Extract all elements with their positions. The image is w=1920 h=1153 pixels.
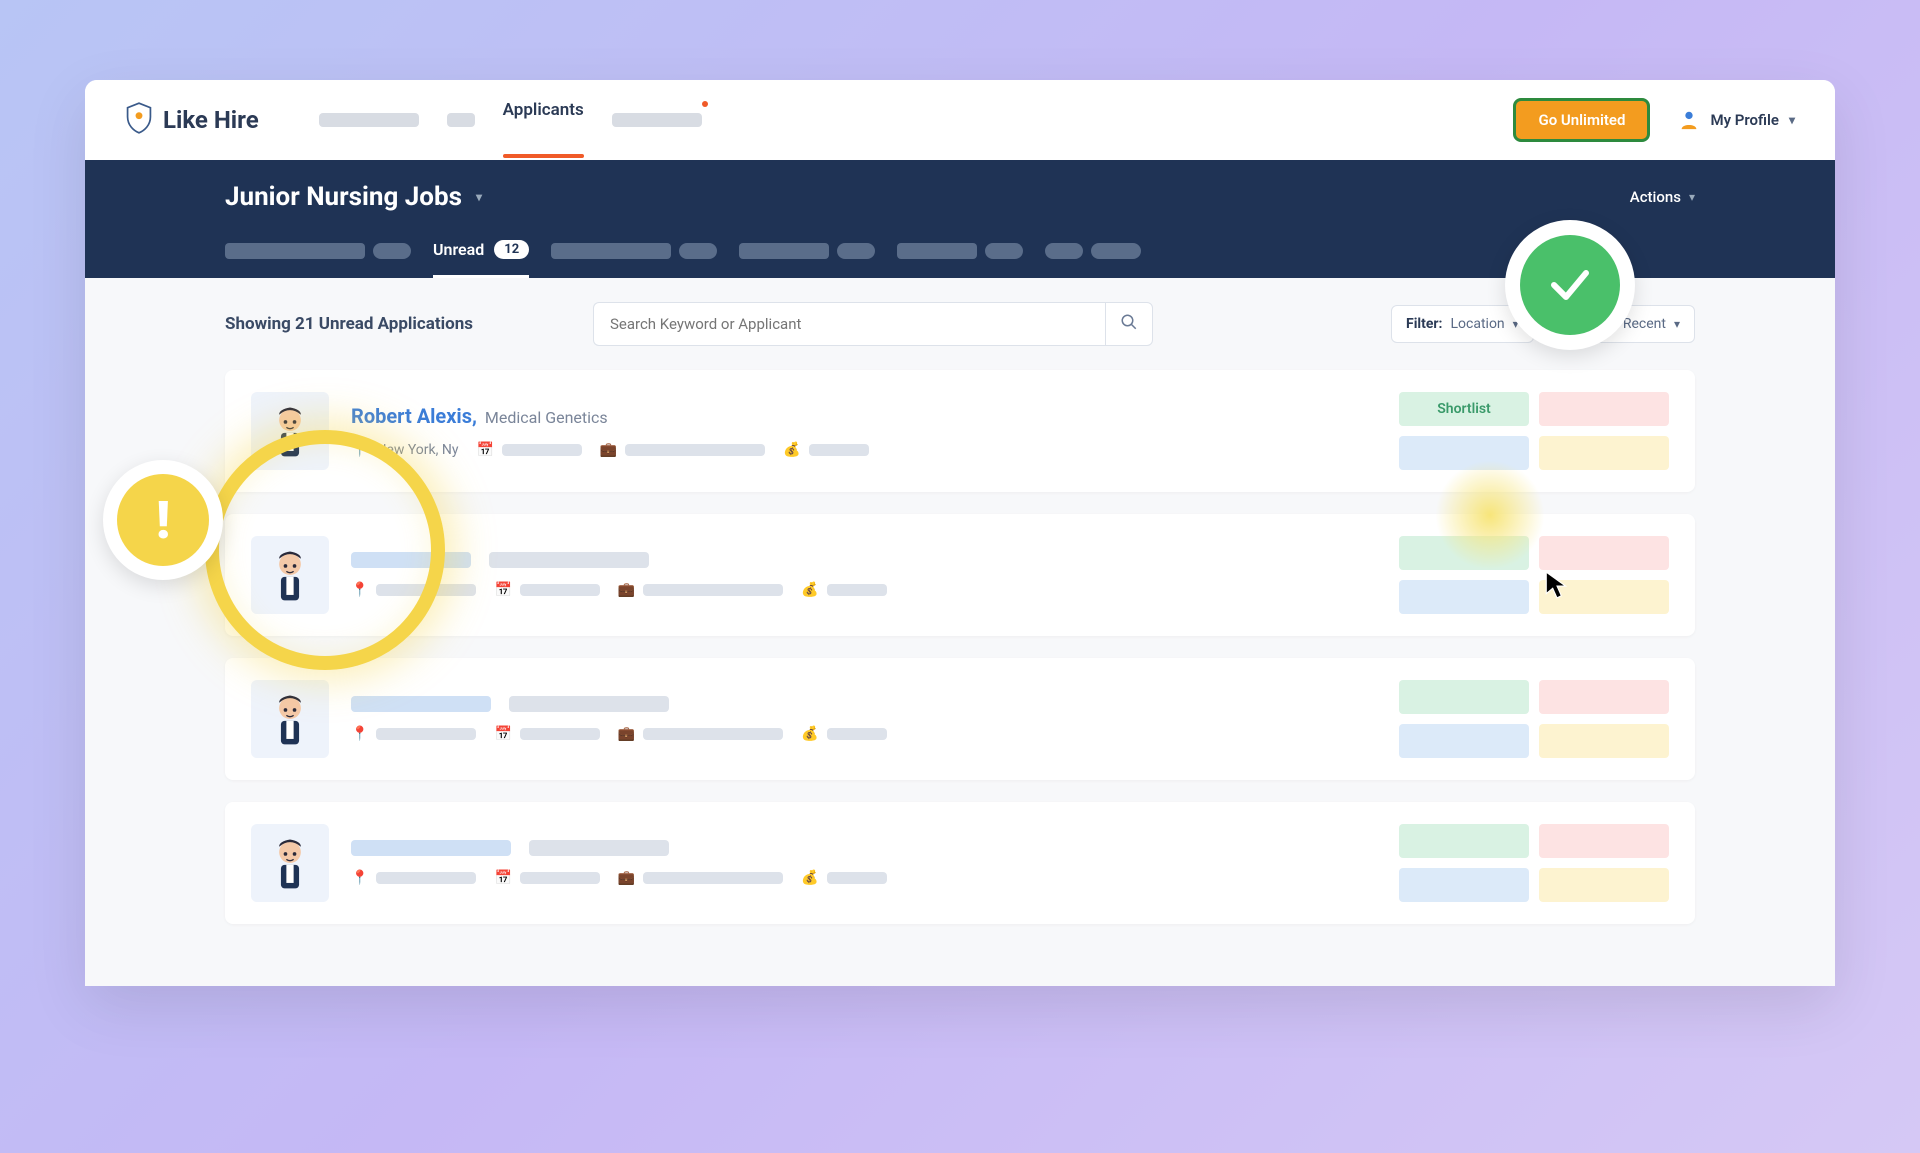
applicant-role: Medical Genetics — [485, 408, 608, 427]
user-avatar-icon — [1678, 109, 1700, 131]
tab-count-badge: 12 — [494, 240, 529, 259]
app-window: Like Hire Applicants Go Unlimited My Pro… — [85, 80, 1835, 986]
briefcase-icon: 💼 — [600, 442, 617, 458]
profile-menu[interactable]: My Profile ▾ — [1678, 109, 1795, 131]
reject-button[interactable] — [1539, 392, 1669, 426]
calendar-icon: 📅 — [476, 442, 493, 458]
applicant-card[interactable]: 📍 📅 💼 💰 — [225, 514, 1695, 636]
calendar-icon: 📅 — [494, 582, 511, 598]
card-actions: Shortlist — [1399, 392, 1669, 470]
alert-badge: ! — [103, 460, 223, 580]
nav-item-placeholder[interactable] — [612, 113, 702, 127]
nav-item-placeholder[interactable] — [447, 113, 475, 127]
search-button[interactable] — [1105, 302, 1153, 346]
action-button[interactable] — [1539, 868, 1669, 902]
chevron-down-icon: ▾ — [476, 190, 482, 204]
check-icon — [1546, 261, 1594, 309]
action-button[interactable] — [1539, 436, 1669, 470]
status-tab-placeholder[interactable] — [225, 243, 411, 275]
reject-button[interactable] — [1539, 536, 1669, 570]
search-box — [593, 302, 1153, 346]
chevron-down-icon: ▾ — [1689, 190, 1695, 204]
chevron-down-icon: ▾ — [1674, 317, 1680, 331]
action-button[interactable] — [1539, 724, 1669, 758]
action-button[interactable] — [1399, 868, 1529, 902]
brand-name: Like Hire — [163, 106, 259, 134]
shortlist-button[interactable]: Shortlist — [1399, 392, 1529, 426]
location-icon: 📍 — [351, 582, 368, 598]
profile-label: My Profile — [1710, 111, 1779, 129]
applicant-avatar — [251, 824, 329, 902]
sort-value: Recent — [1623, 316, 1666, 332]
job-title-text: Junior Nursing Jobs — [225, 182, 462, 212]
briefcase-icon: 💼 — [618, 582, 635, 598]
nav-item-placeholder[interactable] — [319, 113, 419, 127]
tab-label: Unread — [433, 240, 484, 259]
location-info: 📍 New York, Ny — [351, 442, 458, 458]
shortlist-button[interactable] — [1399, 680, 1529, 714]
filter-value: Location — [1451, 316, 1505, 332]
cursor-icon — [1544, 570, 1570, 604]
actions-label: Actions — [1630, 188, 1681, 206]
money-icon: 💰 — [801, 726, 818, 742]
applicant-card[interactable]: 📍 📅 💼 💰 — [225, 802, 1695, 924]
chevron-down-icon: ▾ — [1789, 113, 1795, 127]
status-tab-placeholder[interactable] — [1045, 243, 1141, 275]
shield-icon — [125, 102, 153, 138]
status-tab-placeholder[interactable] — [897, 243, 1023, 275]
action-button[interactable] — [1399, 724, 1529, 758]
main-nav: Applicants — [319, 100, 702, 140]
job-title-dropdown[interactable]: Junior Nursing Jobs ▾ — [225, 182, 482, 212]
results-count: Showing 21 Unread Applications — [225, 314, 473, 334]
status-tab-placeholder[interactable] — [739, 243, 875, 275]
exclamation-icon: ! — [117, 474, 209, 566]
money-icon: 💰 — [801, 582, 818, 598]
location-icon: 📍 — [351, 870, 368, 886]
search-icon — [1120, 313, 1138, 335]
nav-item-applicants[interactable]: Applicants — [503, 100, 584, 140]
location-icon: 📍 — [351, 726, 368, 742]
location-text: New York, Ny — [376, 442, 458, 458]
briefcase-icon: 💼 — [618, 870, 635, 886]
briefcase-icon: 💼 — [618, 726, 635, 742]
success-badge — [1505, 220, 1635, 350]
decorative-dots — [1745, 178, 1815, 228]
applicant-card[interactable]: Robert Alexis, Medical Genetics 📍 New Yor… — [225, 370, 1695, 492]
applicant-list: Robert Alexis, Medical Genetics 📍 New Yor… — [85, 370, 1835, 986]
search-input[interactable] — [593, 302, 1105, 346]
go-unlimited-button[interactable]: Go Unlimited — [1513, 98, 1650, 142]
reject-button[interactable] — [1539, 824, 1669, 858]
brand-logo[interactable]: Like Hire — [125, 102, 259, 138]
actions-dropdown[interactable]: Actions ▾ — [1630, 188, 1695, 206]
applicant-avatar — [251, 392, 329, 470]
location-icon: 📍 — [351, 442, 368, 458]
decorative-dots — [105, 178, 175, 228]
status-tab-placeholder[interactable] — [551, 243, 717, 275]
calendar-icon: 📅 — [494, 870, 511, 886]
top-header: Like Hire Applicants Go Unlimited My Pro… — [85, 80, 1835, 160]
salary-info: 💰 — [783, 442, 868, 458]
experience-info: 💼 — [600, 442, 765, 458]
action-button[interactable] — [1399, 436, 1529, 470]
applicant-card[interactable]: 📍 📅 💼 💰 — [225, 658, 1695, 780]
applicant-avatar — [251, 680, 329, 758]
shortlist-button[interactable] — [1399, 824, 1529, 858]
date-info: 📅 — [476, 442, 581, 458]
status-tab-unread[interactable]: Unread 12 — [433, 240, 529, 278]
applicant-avatar — [251, 536, 329, 614]
money-icon: 💰 — [783, 442, 800, 458]
filter-label: Filter: — [1406, 316, 1442, 332]
money-icon: 💰 — [801, 870, 818, 886]
applicant-name: Robert Alexis, — [351, 404, 477, 428]
shortlist-button[interactable] — [1399, 536, 1529, 570]
calendar-icon: 📅 — [494, 726, 511, 742]
reject-button[interactable] — [1539, 680, 1669, 714]
action-button[interactable] — [1399, 580, 1529, 614]
